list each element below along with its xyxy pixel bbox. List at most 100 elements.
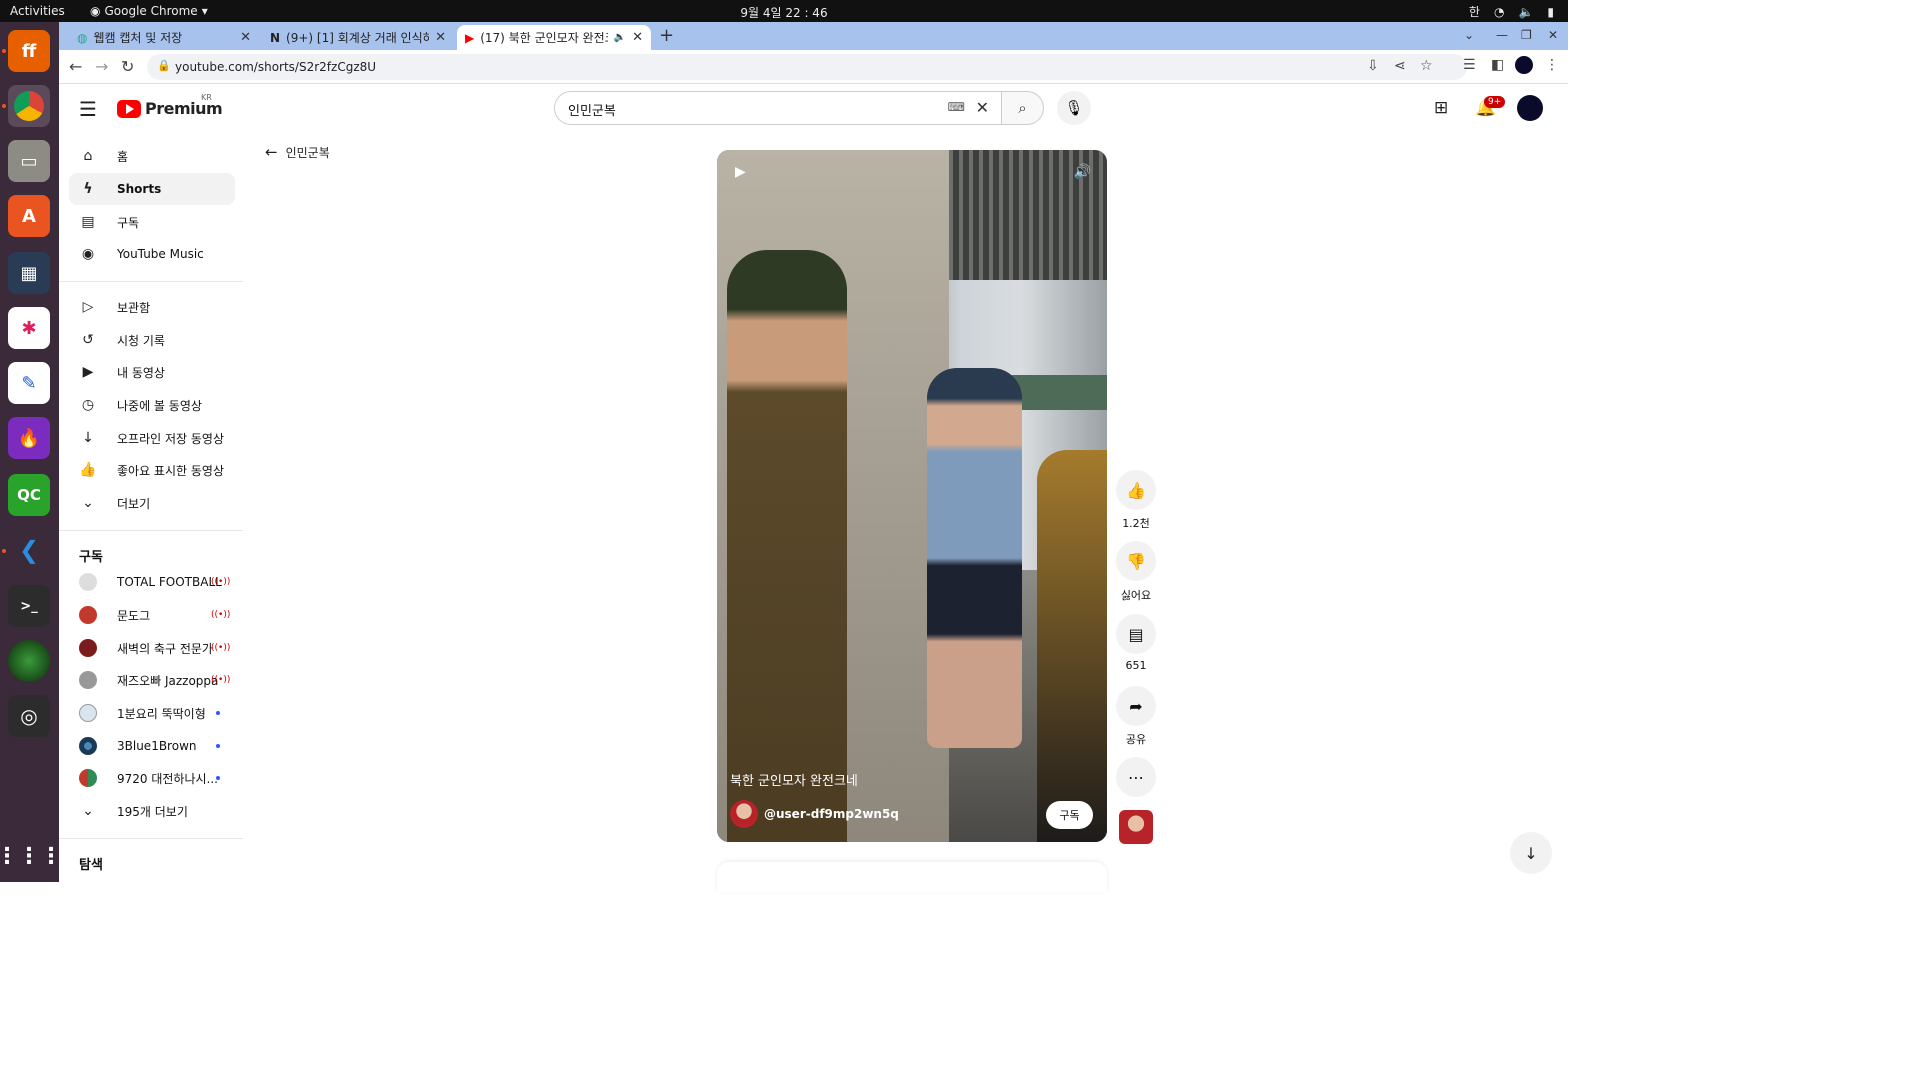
youtube-premium-logo[interactable]: Premium KR <box>117 93 223 118</box>
comments-button[interactable]: ▤ <box>1116 614 1156 654</box>
next-short-button[interactable]: ↓ <box>1510 832 1552 874</box>
thumbs-up-icon: 👍 <box>1126 480 1146 500</box>
sidebar-item-home[interactable]: ⌂ 홈 <box>69 140 235 172</box>
back-to-search[interactable]: ← 인민군복 <box>265 143 330 161</box>
tab-webcam[interactable]: ◍ 웹캠 캡처 및 저장 ✕ <box>69 25 259 50</box>
sidebar-item-downloads[interactable]: ↓ 오프라인 저장 동영상 <box>69 422 235 454</box>
install-icon[interactable]: ⇩ <box>1367 58 1379 74</box>
clear-search-icon[interactable]: ✕ <box>976 98 989 117</box>
terminal-window-icon[interactable]: ▦ <box>8 252 50 294</box>
tab-notion[interactable]: N (9+) [1] 회계상 거래 인식하기 ✕ <box>262 25 454 50</box>
next-short-preview[interactable] <box>717 862 1107 892</box>
sidebar-item-subscriptions[interactable]: ▤ 구독 <box>69 206 235 238</box>
url-text[interactable]: youtube.com/shorts/S2r2fzCgz8U <box>175 60 376 74</box>
keyboard-icon[interactable]: ⌨ <box>948 100 965 114</box>
notion-favicon: N <box>270 30 281 45</box>
qc-icon[interactable]: QC <box>8 474 50 516</box>
activities-button[interactable]: Activities <box>10 4 65 18</box>
chrome-icon[interactable] <box>8 85 50 127</box>
sidebar-sub-item[interactable]: 문도그 ((•)) <box>69 599 235 631</box>
search-button[interactable]: ⌕ <box>1002 91 1044 125</box>
minimize-icon[interactable]: — <box>1496 28 1508 42</box>
voice-search-button[interactable]: 🎙 <box>1057 91 1091 125</box>
sidebar-item-label: 더보기 <box>117 496 151 511</box>
sidebar-item-label: 오프라인 저장 동영상 <box>117 431 224 446</box>
forward-icon[interactable]: → <box>95 57 108 76</box>
tab-youtube[interactable]: ▶ (17) 북한 군인모자 완전크네 🔈 ✕ <box>457 25 651 50</box>
more-actions-button[interactable]: ⋯ <box>1116 757 1156 797</box>
close-tab-icon[interactable]: ✕ <box>632 30 643 45</box>
search-query[interactable]: 인민군복 <box>568 100 616 119</box>
chevron-down-icon: ⌄ <box>82 803 94 819</box>
sidebar-sub-item[interactable]: 새벽의 축구 전문가 ((•)) <box>69 632 235 664</box>
shorts-video-player[interactable]: ▶ 🔊 북한 군인모자 완전크네 @user-df9mp2wn5q 구독 <box>717 150 1107 842</box>
sound-thumbnail[interactable] <box>1119 810 1153 844</box>
vscode-icon[interactable]: ❮ <box>8 529 50 571</box>
sidebar-item-watch-later[interactable]: ◷ 나중에 볼 동영상 <box>69 389 235 421</box>
tab-search-icon[interactable]: ⌄ <box>1464 28 1474 42</box>
sidebar-sub-item[interactable]: TOTAL FOOTBALL ((•)) <box>69 566 235 598</box>
reload-icon[interactable]: ↻ <box>121 57 134 76</box>
sidebar-item-my-videos[interactable]: ▶ 내 동영상 <box>69 356 235 388</box>
clock[interactable]: 9월 4일 22 : 46 <box>0 4 1568 21</box>
sidebar-item-label: 보관함 <box>117 300 151 315</box>
back-icon[interactable]: ← <box>69 57 82 76</box>
globe-icon[interactable] <box>8 640 50 682</box>
app-center-icon[interactable]: A <box>8 195 50 237</box>
sidebar-sub-item[interactable]: 재즈오빠 Jazzoppa ((•)) <box>69 664 235 696</box>
close-tab-icon[interactable]: ✕ <box>240 30 251 45</box>
share-label: 공유 <box>1125 733 1147 746</box>
share-icon[interactable]: ⋖ <box>1394 58 1406 74</box>
channel-avatar[interactable] <box>730 800 758 828</box>
create-video-icon[interactable]: ⊞ <box>1434 98 1448 118</box>
audio-playing-icon[interactable]: 🔈 <box>614 32 626 43</box>
side-panel-icon[interactable]: ◧ <box>1491 57 1504 73</box>
channel-handle[interactable]: @user-df9mp2wn5q <box>764 807 899 821</box>
sidebar-sub-item[interactable]: 3Blue1Brown <box>69 730 235 762</box>
close-tab-icon[interactable]: ✕ <box>435 30 446 45</box>
lock-icon[interactable]: 🔒 <box>157 59 171 72</box>
search-input[interactable]: 인민군복 ⌨ ✕ <box>554 91 1002 125</box>
new-tab-button[interactable]: + <box>659 25 674 46</box>
volume-icon[interactable]: 🔊 <box>1074 164 1091 180</box>
show-apps-icon[interactable]: ⋮⋮⋮ <box>0 835 62 877</box>
subscribe-button[interactable]: 구독 <box>1046 801 1093 829</box>
dislike-button[interactable]: 👎 <box>1116 541 1156 581</box>
sidebar-sub-item[interactable]: 1분요리 뚝딱이형 <box>69 697 235 729</box>
firefox-dev-icon[interactable]: 🔥 <box>8 417 50 459</box>
like-button[interactable]: 👍 <box>1116 470 1156 510</box>
profile-avatar[interactable] <box>1515 56 1533 74</box>
divider <box>59 838 243 839</box>
firefox-icon[interactable]: ff <box>8 30 50 72</box>
ime-indicator[interactable]: 한 <box>1469 3 1480 20</box>
tab-title: (17) 북한 군인모자 완전크네 <box>480 31 607 45</box>
sidebar-item-shorts[interactable]: ϟ Shorts <box>69 173 235 205</box>
webcam-icon[interactable]: ◎ <box>8 695 50 737</box>
restore-icon[interactable]: ❐ <box>1521 28 1532 42</box>
hamburger-menu-icon[interactable]: ☰ <box>79 97 97 121</box>
sidebar-item-label: 나중에 볼 동영상 <box>117 398 202 413</box>
short-title[interactable]: 북한 군인모자 완전크네 <box>730 770 858 789</box>
sidebar-item-more-subs[interactable]: ⌄ 195개 더보기 <box>69 795 235 827</box>
app-menu[interactable]: ◉ Google Chrome ▾ <box>90 4 208 18</box>
shell-icon[interactable]: >_ <box>8 585 50 627</box>
address-bar[interactable]: 🔒 youtube.com/shorts/S2r2fzCgz8U ⇩ ⋖ ☆ <box>147 54 1467 80</box>
slack-icon[interactable]: ✱ <box>8 307 50 349</box>
text-editor-icon[interactable]: ✎ <box>8 362 50 404</box>
reading-list-icon[interactable]: ☰ <box>1463 57 1476 73</box>
sidebar-item-library[interactable]: ▷ 보관함 <box>69 291 235 323</box>
sidebar-item-liked[interactable]: 👍 좋아요 표시한 동영상 <box>69 454 235 486</box>
play-icon[interactable]: ▶ <box>735 164 746 180</box>
history-icon: ↺ <box>82 332 94 348</box>
share-button[interactable]: ➦ <box>1116 686 1156 726</box>
account-avatar[interactable] <box>1517 95 1543 121</box>
sidebar-item-show-more[interactable]: ⌄ 더보기 <box>69 487 235 519</box>
files-icon[interactable]: ▭ <box>8 140 50 182</box>
close-window-icon[interactable]: ✕ <box>1548 28 1558 42</box>
sidebar-sub-item[interactable]: 9720 대전하나시... <box>69 762 235 794</box>
system-tray[interactable]: 한 ◔ 🔈 ▮ <box>1469 3 1554 20</box>
bookmark-star-icon[interactable]: ☆ <box>1420 58 1433 74</box>
sidebar-item-history[interactable]: ↺ 시청 기록 <box>69 324 235 356</box>
menu-icon[interactable]: ⋮ <box>1545 57 1559 73</box>
sidebar-item-music[interactable]: ◉ YouTube Music <box>69 238 235 270</box>
